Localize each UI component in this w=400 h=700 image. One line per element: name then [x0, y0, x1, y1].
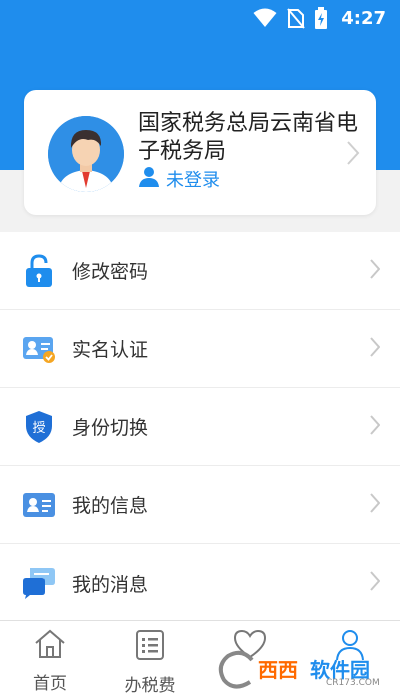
login-status: 未登录 — [166, 170, 220, 191]
profile-title: 国家税务总局云南省电子税务局 — [138, 111, 359, 164]
id-card-icon — [22, 488, 56, 522]
login-status-row[interactable]: 未登录 — [138, 166, 220, 192]
profile-card[interactable]: 国家税务总局云南省电子税务局 未登录 — [24, 90, 376, 215]
svg-text:授: 授 — [32, 421, 45, 436]
battery-charging-icon — [315, 7, 328, 29]
menu-item-switch-identity[interactable]: 授 身份切换 — [0, 388, 400, 466]
home-icon — [34, 629, 66, 663]
chevron-right-icon — [370, 336, 381, 361]
no-sim-icon — [287, 7, 305, 29]
id-verify-icon — [22, 332, 56, 366]
person-icon — [138, 166, 160, 192]
tab-label: 办税费 — [124, 676, 176, 696]
list-icon — [135, 629, 165, 665]
menu-item-label: 我的信息 — [72, 495, 149, 517]
menu-list: 修改密码 实名认证 授 身份切换 我的信息 我的消息 — [0, 232, 400, 622]
wifi-icon — [253, 8, 277, 28]
watermark-swirl-icon — [218, 650, 254, 689]
menu-item-label: 我的消息 — [72, 573, 149, 596]
chevron-right-icon — [370, 492, 381, 517]
chevron-right-icon — [370, 414, 381, 439]
menu-item-label: 身份切换 — [72, 417, 149, 439]
chevron-right-icon — [346, 140, 360, 170]
tab-home[interactable]: 首页 — [10, 629, 90, 694]
menu-item-real-name-auth[interactable]: 实名认证 — [0, 310, 400, 388]
watermark-sub: CR173.COM — [326, 678, 380, 688]
user-avatar-icon — [48, 116, 124, 192]
lock-icon — [22, 253, 56, 288]
status-bar: 4:27 — [0, 0, 400, 36]
chevron-right-icon — [370, 571, 381, 595]
menu-item-my-messages[interactable]: 我的消息 — [0, 544, 400, 622]
tab-tax[interactable]: 办税费 — [110, 629, 190, 696]
chevron-right-icon — [370, 258, 381, 283]
menu-item-change-password[interactable]: 修改密码 — [0, 232, 400, 310]
menu-item-label: 实名认证 — [72, 339, 149, 361]
message-icon — [22, 566, 56, 600]
shield-auth-icon: 授 — [22, 410, 56, 444]
tab-label: 首页 — [33, 674, 67, 694]
menu-item-my-info[interactable]: 我的信息 — [0, 466, 400, 544]
menu-item-label: 修改密码 — [72, 261, 149, 283]
status-time: 4:27 — [341, 7, 386, 29]
watermark-logo: 西西 软件园 CR173.COM — [218, 648, 400, 692]
watermark-text-a: 西西 — [258, 658, 298, 682]
